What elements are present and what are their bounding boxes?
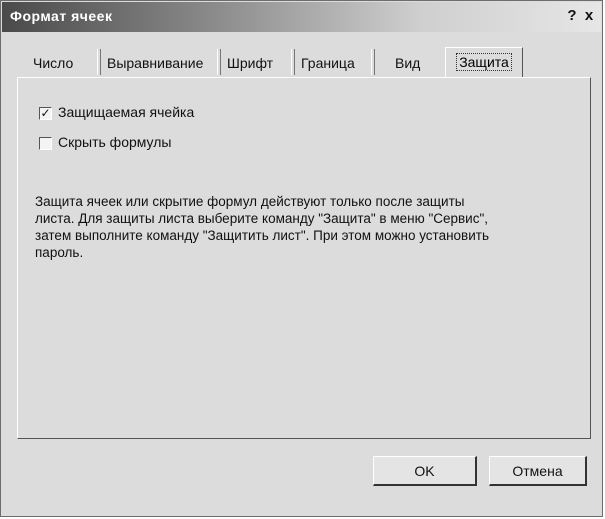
protected-cell-checkbox[interactable]: ✓ — [39, 106, 52, 120]
window-title: Формат ячеек — [10, 8, 113, 24]
help-icon[interactable]: ? — [564, 8, 580, 24]
protected-cell-option[interactable]: ✓ Защищаемая ячейка — [39, 103, 194, 121]
tab-divider — [217, 49, 221, 75]
tab-font[interactable]: Шрифт — [227, 51, 273, 75]
protection-info-text: Защита ячеек или скрытие формул действую… — [35, 194, 489, 260]
protected-cell-label: Защищаемая ячейка — [58, 104, 195, 120]
tab-alignment[interactable]: Выравнивание — [107, 51, 203, 75]
tab-divider — [291, 49, 295, 75]
title-bar[interactable]: Формат ячеек ? x — [2, 2, 601, 32]
format-cells-dialog: Формат ячеек ? x Число Выравнивание Шриф… — [0, 0, 603, 517]
tab-fill[interactable]: Вид — [395, 51, 420, 75]
hide-formulas-option[interactable]: Скрыть формулы — [39, 133, 171, 151]
hide-formulas-checkbox[interactable] — [39, 136, 52, 150]
ok-button[interactable]: OK — [373, 456, 477, 486]
tab-protection-label: Защита — [456, 53, 512, 71]
tab-number[interactable]: Число — [33, 51, 73, 75]
tab-divider — [371, 49, 375, 75]
tab-protection[interactable]: Защита — [445, 47, 523, 77]
tab-border[interactable]: Граница — [301, 51, 355, 75]
cancel-button[interactable]: Отмена — [489, 456, 587, 486]
tab-divider — [97, 49, 101, 75]
close-icon[interactable]: x — [581, 8, 597, 24]
hide-formulas-label: Скрыть формулы — [58, 134, 172, 150]
